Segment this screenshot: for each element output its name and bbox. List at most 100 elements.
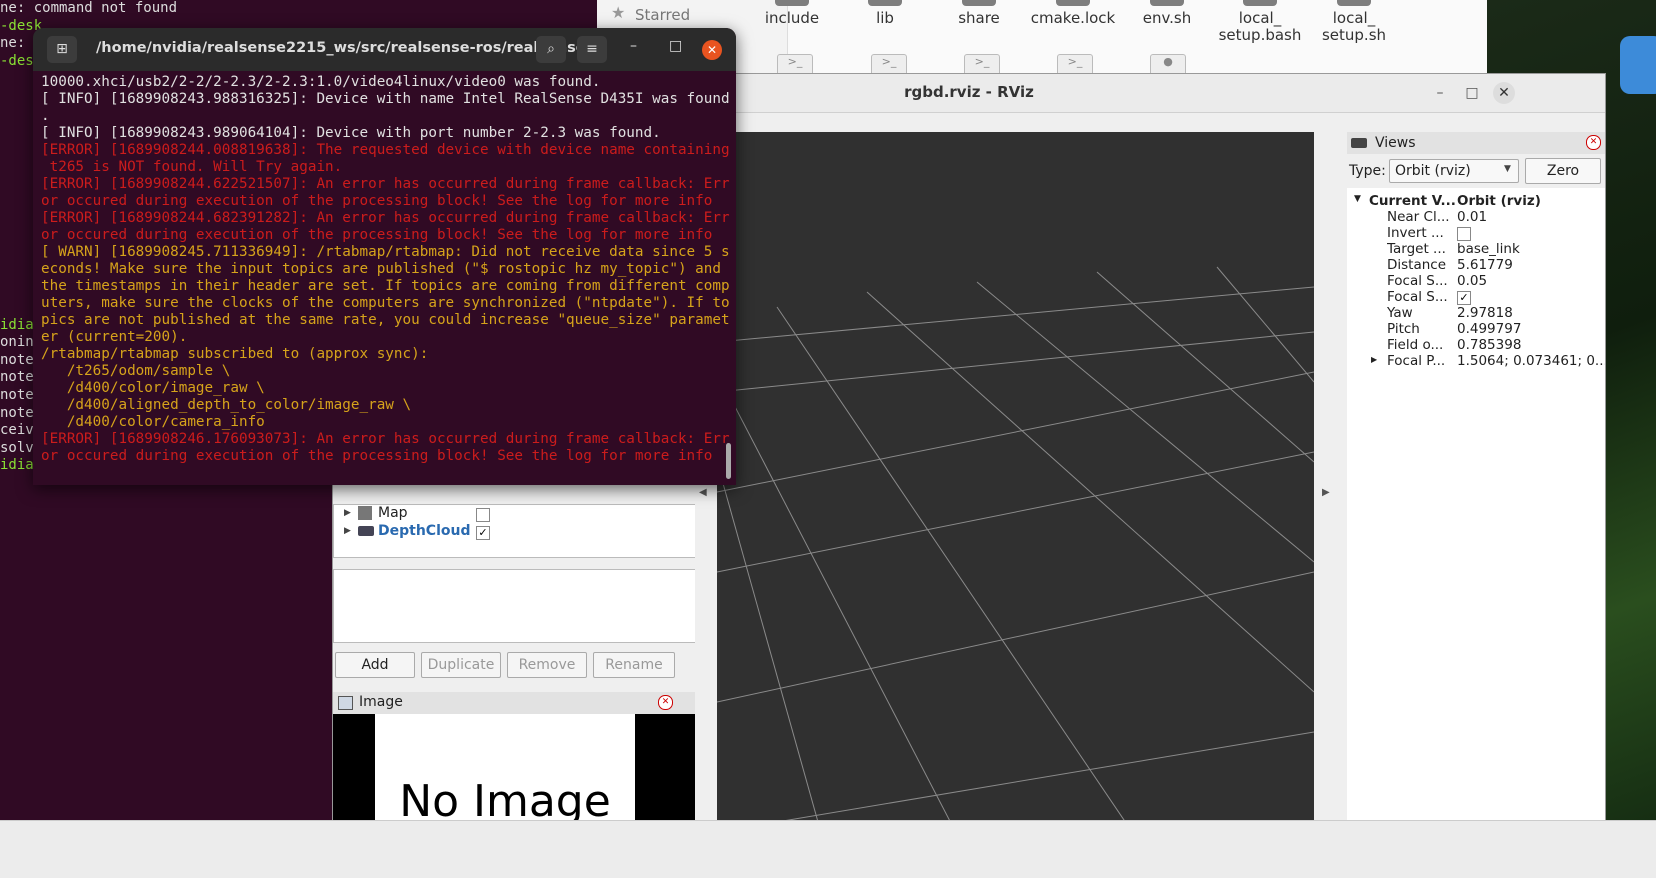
terminal-line: . xyxy=(41,108,50,124)
taskbar xyxy=(0,820,1656,878)
grid-line xyxy=(976,281,1314,563)
expand-arrow-icon[interactable]: ▶ xyxy=(1371,355,1377,364)
file-name: cmake.lock xyxy=(1030,9,1116,27)
file-icon[interactable]: >_ xyxy=(871,54,907,75)
terminal-line: pics are not published at the same rate,… xyxy=(41,312,730,328)
property-value[interactable]: 0.01 xyxy=(1457,209,1487,225)
displays-tree[interactable]: ▶ Map ▶ DepthCloud ✓ xyxy=(333,504,697,558)
app-dock-icon[interactable] xyxy=(1620,36,1656,94)
property-value: Orbit (rviz) xyxy=(1457,193,1541,209)
view-property-row[interactable]: Target ... base_link xyxy=(1347,241,1605,257)
file-icon xyxy=(868,0,902,6)
close-panel-icon[interactable]: ✕ xyxy=(1586,135,1601,150)
property-key: Field o... xyxy=(1387,337,1444,353)
display-item-depthcloud[interactable]: ▶ DepthCloud ✓ xyxy=(334,523,696,541)
new-tab-button[interactable]: ⊞ xyxy=(47,36,77,63)
display-description-box xyxy=(333,569,697,643)
terminal-line: or occured during execution of the proce… xyxy=(41,193,713,209)
close-button[interactable]: ✕ xyxy=(702,40,722,60)
maximize-button[interactable]: □ xyxy=(1461,82,1483,104)
display-item-map[interactable]: ▶ Map xyxy=(334,505,696,523)
image-panel-titlebar[interactable]: Image ✕ xyxy=(333,692,695,714)
views-panel-titlebar[interactable]: Views ✕ xyxy=(1347,132,1605,154)
terminal-line: [ WARN] [1689908245.711336949]: /rtabmap… xyxy=(41,244,730,260)
view-type-dropdown[interactable]: Orbit (rviz) ▼ xyxy=(1389,159,1519,183)
panel-title: Views xyxy=(1375,135,1416,151)
expand-arrow-icon[interactable]: ▶ xyxy=(344,508,351,518)
file-icon xyxy=(962,0,996,6)
3d-viewport[interactable] xyxy=(717,132,1314,854)
property-key: Invert ... xyxy=(1387,225,1444,241)
terminal-output[interactable]: 10000.xhci/usb2/2-2/2-2.3/2-2.3:1.0/vide… xyxy=(41,74,731,484)
property-key: Target ... xyxy=(1387,241,1446,257)
close-button[interactable]: ✕ xyxy=(1493,82,1515,104)
file-name: share xyxy=(958,9,1000,27)
display-enabled-checkbox[interactable]: ✓ xyxy=(476,526,490,540)
view-property-row[interactable]: Field o... 0.785398 xyxy=(1347,337,1605,353)
property-value[interactable]: base_link xyxy=(1457,241,1520,257)
grid-line xyxy=(717,451,1314,573)
terminal-line: er (current=200). xyxy=(41,329,188,345)
views-panel: Views ✕ Type: Orbit (rviz) ▼ Zero ▼ Curr… xyxy=(1347,132,1605,854)
file-name: local_ setup.bash xyxy=(1218,9,1302,44)
property-key: Focal P... xyxy=(1387,353,1446,369)
menu-button[interactable]: ≡ xyxy=(577,36,607,63)
duplicate-display-button[interactable]: Duplicate xyxy=(421,652,501,678)
terminal-titlebar[interactable]: ⊞ /home/nvidia/realsense2215_ws/src/real… xyxy=(33,28,736,71)
view-property-row[interactable]: Pitch 0.499797 xyxy=(1347,321,1605,337)
property-value[interactable]: 1.5064; 0.073461; 0.... xyxy=(1457,353,1605,369)
view-property-row[interactable]: Yaw 2.97818 xyxy=(1347,305,1605,321)
add-display-button[interactable]: Add xyxy=(335,652,415,678)
property-value[interactable]: 0.499797 xyxy=(1457,321,1521,337)
terminal-line: [ INFO] [1689908243.989064104]: Device w… xyxy=(41,125,661,141)
property-checkbox[interactable]: ✓ xyxy=(1457,291,1471,305)
terminal-line: or occured during execution of the proce… xyxy=(41,448,713,464)
right-splitter[interactable]: ▶ xyxy=(1317,132,1349,854)
minimize-button[interactable]: – xyxy=(630,38,637,54)
file-icon[interactable]: >_ xyxy=(964,54,1000,75)
collapse-arrow-icon[interactable]: ▼ xyxy=(1354,194,1361,204)
view-property-row[interactable]: ▶ Focal P... 1.5064; 0.073461; 0.... xyxy=(1347,353,1605,369)
current-view-row[interactable]: ▼ Current V... Orbit (rviz) xyxy=(1347,193,1605,209)
view-property-row[interactable]: Focal S... 0.05 xyxy=(1347,273,1605,289)
maximize-button[interactable]: □ xyxy=(669,38,682,54)
property-checkbox[interactable] xyxy=(1457,227,1471,241)
display-enabled-checkbox[interactable] xyxy=(476,508,490,522)
file-icon[interactable]: ● xyxy=(1150,54,1186,75)
file-icon[interactable]: >_ xyxy=(1057,54,1093,75)
minimize-button[interactable]: – xyxy=(1429,82,1451,104)
remove-display-button[interactable]: Remove xyxy=(507,652,587,678)
grid-line xyxy=(1096,271,1314,463)
collapse-right-icon[interactable]: ▶ xyxy=(1322,487,1330,498)
property-key: Focal S... xyxy=(1387,273,1448,289)
sidebar-item-starred[interactable]: Starred xyxy=(635,6,690,24)
view-property-row[interactable]: Near Cl... 0.01 xyxy=(1347,209,1605,225)
terminal-line: ne: command not found xyxy=(0,0,178,16)
property-value[interactable]: 2.97818 xyxy=(1457,305,1513,321)
file-icon[interactable]: >_ xyxy=(777,54,813,75)
image-icon xyxy=(338,696,353,710)
terminal-scrollbar[interactable] xyxy=(726,443,731,479)
collapse-left-icon[interactable]: ◀ xyxy=(699,487,707,498)
terminal-line: uters, make sure the clocks of the compu… xyxy=(41,295,730,311)
file-icon xyxy=(1337,0,1371,6)
property-value[interactable]: 5.61779 xyxy=(1457,257,1513,273)
file-icon xyxy=(1150,0,1184,6)
view-property-row[interactable]: Distance 5.61779 xyxy=(1347,257,1605,273)
property-value[interactable]: 0.05 xyxy=(1457,273,1487,289)
property-key: Current V... xyxy=(1369,193,1455,209)
view-property-row[interactable]: Invert ... xyxy=(1347,225,1605,241)
property-value[interactable]: 0.785398 xyxy=(1457,337,1521,353)
expand-arrow-icon[interactable]: ▶ xyxy=(344,526,351,536)
zero-button[interactable]: Zero xyxy=(1525,158,1601,184)
search-button[interactable]: ⌕ xyxy=(536,36,566,63)
grid-line xyxy=(776,306,1148,854)
file-icon xyxy=(775,0,809,6)
property-key: Yaw xyxy=(1387,305,1413,321)
rename-display-button[interactable]: Rename xyxy=(593,652,675,678)
view-type-label: Type: xyxy=(1349,163,1386,179)
view-property-row[interactable]: Focal S... ✓ xyxy=(1347,289,1605,305)
terminal-line: [ERROR] [1689908244.622521507]: An error… xyxy=(41,176,730,192)
terminal-window[interactable]: ⊞ /home/nvidia/realsense2215_ws/src/real… xyxy=(33,28,736,485)
close-panel-icon[interactable]: ✕ xyxy=(658,695,673,710)
